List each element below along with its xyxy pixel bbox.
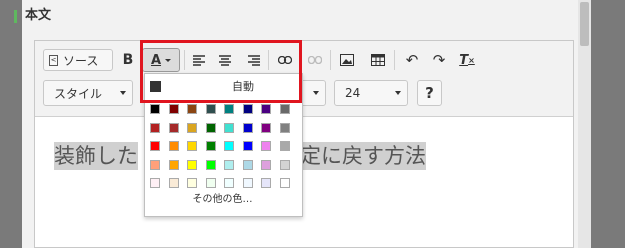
color-swatch[interactable] — [242, 122, 253, 133]
redo-icon[interactable]: ↷ — [428, 49, 450, 71]
size-combo[interactable]: 24 — [334, 80, 408, 106]
color-swatch[interactable] — [224, 141, 234, 151]
color-swatch[interactable] — [261, 141, 271, 151]
color-swatch[interactable] — [187, 178, 197, 188]
color-swatch[interactable] — [168, 141, 179, 151]
color-swatch[interactable] — [224, 178, 234, 188]
chevron-down-icon — [120, 91, 126, 95]
color-swatch[interactable] — [224, 122, 234, 133]
color-swatch[interactable] — [279, 159, 290, 170]
color-swatch[interactable] — [187, 122, 197, 133]
highlight-box — [140, 40, 302, 103]
color-swatch[interactable] — [261, 122, 271, 133]
color-swatch[interactable] — [279, 141, 290, 151]
color-swatch[interactable] — [187, 159, 197, 170]
size-combo-value: 24 — [345, 86, 361, 100]
section-title: 本文 — [25, 8, 52, 23]
color-swatch[interactable] — [242, 159, 253, 170]
color-swatch[interactable] — [261, 159, 271, 170]
content-text-right[interactable]: 定に戻す方法 — [300, 142, 426, 170]
style-combo-label: スタイル — [54, 86, 103, 101]
color-swatch[interactable] — [168, 159, 179, 170]
color-swatch[interactable] — [150, 104, 160, 114]
color-swatch[interactable] — [168, 178, 179, 188]
toolbar-separator — [330, 50, 331, 70]
color-swatch[interactable] — [187, 141, 197, 151]
color-swatch[interactable] — [261, 178, 271, 188]
toolbar-separator — [394, 50, 395, 70]
style-combo[interactable]: スタイル — [43, 80, 133, 106]
color-swatch[interactable] — [205, 159, 216, 170]
color-swatch[interactable] — [242, 104, 253, 114]
source-button[interactable]: < ソース — [43, 49, 113, 71]
color-swatch[interactable] — [205, 178, 216, 188]
color-swatch[interactable] — [205, 141, 216, 151]
color-swatch[interactable] — [261, 104, 271, 114]
table-icon[interactable] — [367, 49, 389, 71]
color-swatch[interactable] — [279, 122, 290, 133]
bold-button[interactable]: B — [117, 49, 139, 71]
chevron-down-icon — [395, 91, 401, 95]
more-colors-button[interactable]: その他の色… — [144, 193, 301, 207]
source-label: ソース — [63, 53, 99, 68]
color-swatch[interactable] — [187, 104, 197, 114]
backdrop-edge — [591, 0, 625, 248]
color-swatch[interactable] — [279, 104, 290, 114]
color-swatch[interactable] — [150, 159, 160, 170]
color-swatch[interactable] — [205, 122, 216, 133]
color-swatch[interactable] — [242, 178, 253, 188]
undo-icon[interactable]: ↶ — [401, 49, 423, 71]
clear-format-icon[interactable]: T × — [456, 49, 478, 71]
content-text-left[interactable]: 装飾した — [54, 142, 138, 170]
color-swatch[interactable] — [224, 159, 234, 170]
color-swatch[interactable] — [150, 122, 160, 133]
color-swatch[interactable] — [150, 141, 160, 151]
source-icon: < — [49, 54, 58, 66]
chevron-down-icon — [313, 91, 319, 95]
color-swatch[interactable] — [168, 104, 179, 114]
color-swatch[interactable] — [150, 178, 160, 188]
clear-format-x-icon: × — [468, 55, 475, 65]
section-marker — [14, 10, 17, 23]
color-swatch[interactable] — [224, 104, 234, 114]
color-swatch[interactable] — [168, 122, 179, 133]
image-icon[interactable] — [336, 49, 358, 71]
clear-format-label: T — [459, 52, 469, 68]
color-swatch[interactable] — [205, 104, 216, 114]
color-swatch[interactable] — [279, 178, 290, 188]
help-button[interactable]: ? — [417, 80, 442, 106]
unlink-icon[interactable] — [304, 49, 326, 71]
scrollbar-thumb[interactable] — [580, 2, 589, 46]
color-swatch[interactable] — [242, 141, 253, 151]
